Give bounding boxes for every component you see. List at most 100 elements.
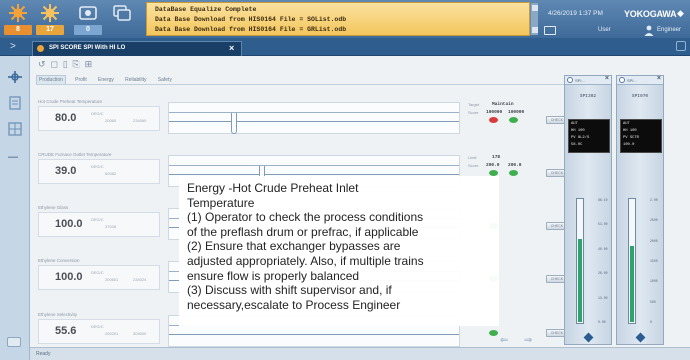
content-tabs: Production Profit Energy Reliability Saf… bbox=[36, 74, 179, 84]
guidance-note: Energy -Hot Crude Preheat Inlet Temperatu… bbox=[179, 176, 499, 326]
trend-dip bbox=[231, 113, 237, 134]
process-icon[interactable] bbox=[7, 70, 23, 84]
message-line: Data Base Download from HIS0164 File = G… bbox=[155, 26, 347, 33]
banner-scrollbar[interactable] bbox=[530, 3, 538, 35]
close-icon[interactable]: × bbox=[229, 43, 234, 53]
scale-tick: 26.00 bbox=[598, 271, 608, 276]
meta-value: 200.0 bbox=[508, 163, 522, 168]
faceplate-bar[interactable] bbox=[628, 198, 636, 324]
meta-label: Score bbox=[468, 163, 479, 168]
variable-value-box[interactable]: 39.0 DEG/C 60082 bbox=[38, 159, 160, 184]
system-message-banner[interactable]: DataBase Equalize Complete Data Base Dow… bbox=[146, 2, 530, 36]
close-icon[interactable]: × bbox=[605, 75, 609, 82]
meta-value: 100000 bbox=[486, 110, 503, 115]
variable-tag: 200601 bbox=[105, 277, 119, 282]
grid-icon[interactable] bbox=[7, 122, 23, 136]
panel-toggle-icon[interactable] bbox=[7, 337, 21, 347]
variable-tag: 20060 bbox=[105, 118, 117, 123]
variable-value-box[interactable]: 100.0 DEG/C 37028 bbox=[38, 212, 160, 237]
variable-value: 100.0 bbox=[55, 271, 83, 283]
date-time: 4/26/2019 1:37 PM bbox=[548, 10, 603, 17]
note-line: of the preflash drum or prefrac, if appl… bbox=[187, 224, 419, 239]
score-panel: Target Maintain Score 100000 100000 CHEC… bbox=[468, 102, 568, 136]
variable-value-box[interactable]: 80.0 DEG/C 20060 234060 bbox=[38, 106, 160, 131]
note-line: (1) Operator to check the process condit… bbox=[187, 210, 424, 225]
status-bar: Ready bbox=[30, 347, 690, 360]
page-nav-arrows[interactable]: ⇐ ⇒ bbox=[500, 335, 538, 346]
trend-line bbox=[169, 334, 459, 335]
window-bar: > SPI SCORE SPI With HI LO × bbox=[0, 38, 690, 56]
faceplate-diamond-icon[interactable] bbox=[635, 332, 646, 343]
left-rail: ▬▬ bbox=[0, 56, 30, 360]
faceplate-bar-fill bbox=[630, 246, 634, 322]
variable-value-box[interactable]: 100.0 DEG/C 200601 234024 bbox=[38, 265, 160, 290]
scale-tick: 0.00 bbox=[598, 320, 606, 324]
note-line: ensure flow is properly balanced bbox=[187, 268, 360, 283]
scroll-down-icon[interactable] bbox=[532, 27, 538, 33]
trend-line bbox=[169, 174, 459, 175]
scale-tick: 0 bbox=[650, 320, 652, 324]
faceplate-display: AUT HH 100 PV 8L2/S 58.0C bbox=[568, 119, 610, 153]
user-icon[interactable] bbox=[644, 25, 654, 36]
message-line: Data Base Download from HIS0164 File = S… bbox=[155, 16, 347, 23]
variable-unit: DEG/C bbox=[91, 217, 104, 222]
top-bar: 8 17 0 DataBase Equalize Complete Data B… bbox=[0, 0, 690, 38]
scroll-up-icon[interactable] bbox=[532, 5, 538, 11]
rail-tool-icon[interactable]: ▬▬ bbox=[8, 154, 18, 160]
faceplate-bar[interactable] bbox=[576, 198, 584, 324]
document-icon[interactable] bbox=[7, 96, 23, 110]
variable-label: Hot Crude Preheat Temperature bbox=[38, 99, 102, 104]
status-dot bbox=[489, 330, 498, 336]
monitor-icon[interactable] bbox=[544, 26, 556, 35]
variable-tag-secondary: 304000 bbox=[133, 331, 147, 336]
tab-profit[interactable]: Profit bbox=[73, 76, 89, 84]
note-line: necessary,escalate to Process Engineer bbox=[187, 297, 401, 312]
alarm-medium-count: 0 bbox=[74, 25, 102, 35]
status-dot bbox=[509, 170, 518, 176]
tab-reliability[interactable]: Reliability bbox=[123, 76, 148, 84]
alarm-high-button[interactable]: 17 bbox=[36, 2, 64, 36]
faceplate-diamond-icon[interactable] bbox=[583, 332, 594, 343]
faceplate-readout: AUT bbox=[571, 122, 578, 126]
faceplate-readout: 58.0C bbox=[571, 143, 583, 147]
variable-label: Ethylene Selectivity bbox=[38, 312, 78, 317]
user-name: Engineer bbox=[657, 27, 682, 33]
toolbar-icons[interactable]: ↺ ◻ ▯ ⎘ ⊞ bbox=[38, 60, 93, 70]
tab-safety[interactable]: Safety bbox=[156, 76, 174, 84]
faceplate-tag: SPI302 bbox=[579, 94, 597, 99]
variable-tag: 37028 bbox=[105, 224, 117, 229]
expand-nav-icon[interactable]: > bbox=[10, 41, 16, 52]
faceplate-readout: HH 100 bbox=[623, 129, 637, 133]
faceplate-readout: PV SCTR bbox=[623, 136, 639, 140]
divider bbox=[36, 84, 564, 85]
note-line: (2) Ensure that exchanger bypasses are bbox=[187, 239, 401, 254]
alarm-low-button[interactable] bbox=[108, 2, 136, 36]
faceplate-bar-scale: 2.00 2500 2000 1500 1000 500 0 bbox=[620, 190, 662, 330]
faceplate-title: SPI... bbox=[627, 77, 637, 83]
faceplate-readout: PV 8L2/S bbox=[571, 136, 590, 140]
meta-label: Target bbox=[468, 102, 480, 107]
window-menu-icon[interactable] bbox=[676, 41, 686, 51]
faceplate[interactable]: SPI... × SPI070 AUT HH 100 PV SCTR 100.0 2… bbox=[616, 75, 664, 345]
faceplate-readout: 100.0 bbox=[623, 143, 635, 147]
alarm-medium-button[interactable]: 0 bbox=[74, 2, 102, 36]
variable-tag: 60082 bbox=[105, 171, 117, 176]
scale-tick: 1500 bbox=[650, 259, 658, 263]
faceplate-tag: SPI070 bbox=[631, 94, 649, 99]
alarm-stack-icon bbox=[113, 5, 131, 21]
variable-value: 55.6 bbox=[55, 325, 77, 337]
alarm-star-icon bbox=[9, 4, 27, 22]
variable-value-box[interactable]: 55.6 DEG/C 200201 304000 bbox=[38, 319, 160, 344]
variable-value: 80.0 bbox=[55, 112, 77, 124]
close-icon[interactable]: × bbox=[657, 75, 661, 82]
faceplate[interactable]: SPI... × SPI302 AUT HH 100 PV 8L2/S 58.0C … bbox=[564, 75, 612, 345]
variable-row: Hot Crude Preheat Temperature 80.0 DEG/C… bbox=[36, 96, 568, 144]
faceplate-display: AUT HH 100 PV SCTR 100.0 bbox=[620, 119, 662, 153]
trend-chart[interactable] bbox=[168, 102, 460, 134]
window-tab[interactable]: SPI SCORE SPI With HI LO × bbox=[32, 41, 242, 56]
meta-label: Score bbox=[468, 110, 479, 115]
tab-energy[interactable]: Energy bbox=[96, 76, 116, 84]
tab-production[interactable]: Production bbox=[36, 75, 66, 84]
note-line: Energy -Hot Crude Preheat Inlet bbox=[187, 181, 359, 195]
alarm-critical-button[interactable]: 8 bbox=[4, 2, 32, 36]
